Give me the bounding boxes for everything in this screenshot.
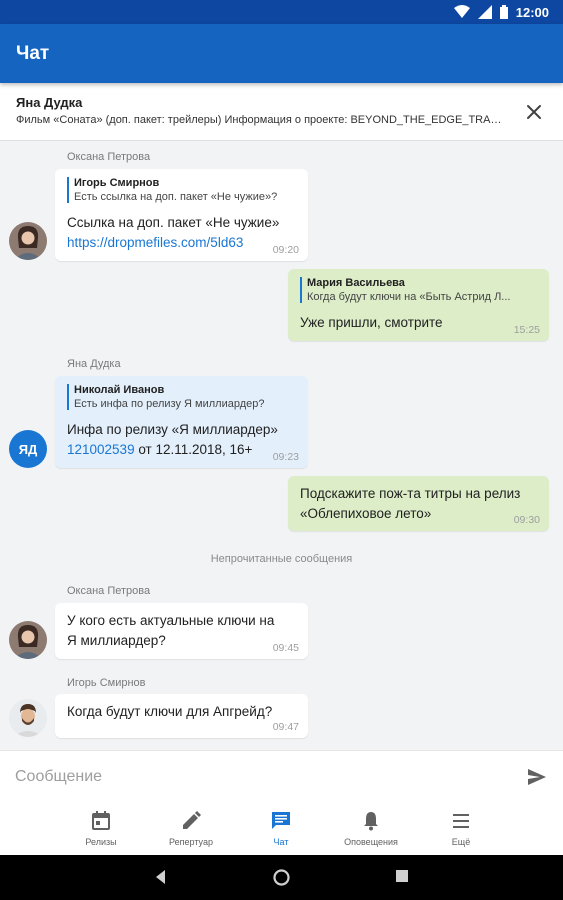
avatar[interactable]: ЯД xyxy=(9,430,47,468)
message-bubble[interactable]: Когда будут ключи для Апгрейд? 09:47 xyxy=(55,694,308,738)
message-text: Подскажите пож-та титры на релиз xyxy=(300,486,521,501)
message-link[interactable]: https://dropmefiles.com/5ld63 xyxy=(67,235,243,250)
nav-label: Ещё xyxy=(451,837,471,847)
avatar[interactable] xyxy=(9,699,47,737)
battery-icon xyxy=(499,5,508,19)
calendar-icon xyxy=(92,811,110,830)
quote-text: Есть инфа по релизу Я миллиардер? xyxy=(74,398,265,410)
wifi-icon xyxy=(453,5,470,18)
close-icon[interactable] xyxy=(523,101,545,123)
page-title: Чат xyxy=(16,42,50,64)
nav-label: Чат xyxy=(273,837,289,847)
message-text: Я миллиардер? xyxy=(67,633,166,648)
nav-label: Релизы xyxy=(85,837,117,847)
app-bar: Чат xyxy=(0,24,563,83)
message-composer xyxy=(0,750,563,803)
message-input[interactable] xyxy=(15,768,525,786)
nav-label: Репертуар xyxy=(169,837,213,847)
context-info: Фильм «Соната» (доп. пакет: трейлеры) Ин… xyxy=(16,114,503,126)
message-bubble[interactable]: У кого есть актуальные ключи на Я миллиа… xyxy=(55,603,308,659)
message-time: 09:20 xyxy=(272,244,299,256)
message-time: 09:30 xyxy=(513,514,540,526)
message-text: «Облепиховое лето» xyxy=(300,506,432,521)
context-name: Яна Дудка xyxy=(16,95,83,110)
avatar[interactable] xyxy=(9,621,47,659)
bell-icon xyxy=(364,812,378,831)
pencil-icon xyxy=(183,811,201,829)
quote-text: Когда будут ключи на «Быть Астрид Л... xyxy=(307,291,511,303)
chat-message-list[interactable]: Оксана Петрова Игорь Смирнов Есть ссылка… xyxy=(0,141,563,750)
signal-icon xyxy=(477,5,492,19)
message-text: У кого есть актуальные ключи на xyxy=(67,613,275,628)
quoted-message[interactable]: Николай Иванов Есть инфа по релизу Я мил… xyxy=(67,384,296,410)
message-bubble-own[interactable]: Мария Васильева Когда будут ключи на «Бы… xyxy=(288,269,549,341)
nav-item-repertoire[interactable]: Репертуар xyxy=(156,811,226,847)
message-text: Когда будут ключи для Апгрейд? xyxy=(67,704,273,719)
nav-item-notifications[interactable]: Оповещения xyxy=(336,811,406,847)
nav-label: Оповещения xyxy=(344,837,398,847)
message-text: Ссылка на доп. пакет «Не чужие» xyxy=(67,215,280,230)
message-text: Уже пришли, смотрите xyxy=(300,315,443,330)
quote-author: Мария Васильева xyxy=(307,277,405,289)
message-text: Инфа по релизу «Я миллиардер» xyxy=(67,422,278,437)
message-bubble[interactable]: Игорь Смирнов Есть ссылка на доп. пакет … xyxy=(55,169,308,261)
nav-item-releases[interactable]: Релизы xyxy=(66,811,136,847)
status-bar: 12:00 xyxy=(0,0,563,24)
quote-author: Николай Иванов xyxy=(74,384,165,396)
message-time: 09:45 xyxy=(272,642,299,654)
quote-text: Есть ссылка на доп. пакет «Не чужие»? xyxy=(74,191,278,203)
chat-context-bar: Яна Дудка Фильм «Соната» (доп. пакет: тр… xyxy=(0,83,563,141)
menu-icon xyxy=(453,814,469,828)
system-navigation-bar xyxy=(0,855,563,900)
quoted-message[interactable]: Игорь Смирнов Есть ссылка на доп. пакет … xyxy=(67,177,296,203)
avatar-initials: ЯД xyxy=(18,441,38,457)
status-time: 12:00 xyxy=(515,4,549,20)
message-text: от 12.11.2018, 16+ xyxy=(134,442,253,457)
message-time: 15:25 xyxy=(513,324,540,336)
message-link[interactable]: 121002539 xyxy=(67,442,135,457)
unread-divider: Непрочитанные сообщения xyxy=(210,553,353,565)
chat-icon xyxy=(272,812,290,829)
message-sender: Яна Дудка xyxy=(67,358,121,370)
home-icon[interactable] xyxy=(273,869,290,886)
avatar-photo-icon xyxy=(9,621,47,659)
avatar-photo-icon xyxy=(9,222,47,260)
nav-item-chat[interactable]: Чат xyxy=(246,811,316,847)
message-time: 09:23 xyxy=(272,451,299,463)
message-bubble-own[interactable]: Подскажите пож-та титры на релиз «Облепи… xyxy=(288,476,549,531)
quote-author: Игорь Смирнов xyxy=(74,177,160,189)
avatar-photo-icon xyxy=(9,699,47,737)
nav-item-more[interactable]: Ещё xyxy=(426,811,496,847)
quoted-message[interactable]: Мария Васильева Когда будут ключи на «Бы… xyxy=(300,277,537,303)
message-sender: Игорь Смирнов xyxy=(67,677,146,689)
send-icon[interactable] xyxy=(525,765,549,789)
message-sender: Оксана Петрова xyxy=(67,151,151,163)
back-icon[interactable] xyxy=(153,869,169,885)
avatar[interactable] xyxy=(9,222,47,260)
recents-icon[interactable] xyxy=(395,869,409,883)
message-sender: Оксана Петрова xyxy=(67,585,151,597)
message-bubble-highlighted[interactable]: Николай Иванов Есть инфа по релизу Я мил… xyxy=(55,376,308,468)
message-time: 09:47 xyxy=(272,721,299,733)
bottom-navigation: Релизы Репертуар Чат Оповещения Ещё xyxy=(0,803,563,855)
